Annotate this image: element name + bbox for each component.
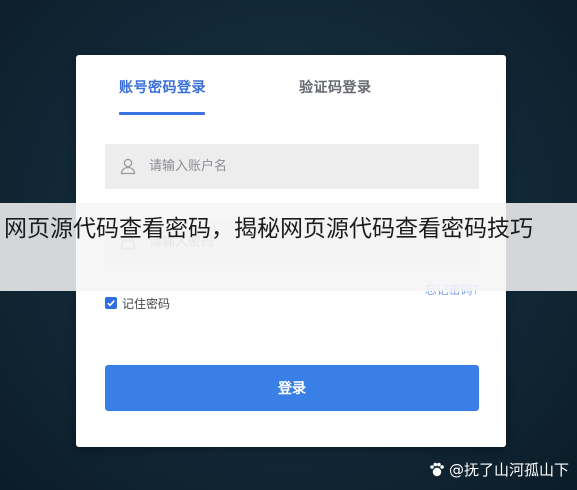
paw-logo-icon: [430, 462, 444, 476]
watermark: @抚了山河孤山下: [428, 459, 569, 480]
tab-account-login[interactable]: 账号密码登录: [119, 77, 206, 97]
login-button[interactable]: 登录: [105, 365, 479, 411]
caption-banner: 网页源代码查看密码，揭秘网页源代码查看密码技巧: [0, 203, 577, 291]
username-input[interactable]: [149, 144, 469, 189]
user-icon: [119, 157, 137, 175]
caption-text: 网页源代码查看密码，揭秘网页源代码查看密码技巧: [4, 216, 533, 242]
remember-password[interactable]: 记住密码: [105, 295, 170, 311]
tab-sms-login[interactable]: 验证码登录: [299, 77, 372, 97]
remember-label: 记住密码: [122, 296, 171, 311]
active-tab-indicator: [119, 112, 205, 115]
watermark-text: @抚了山河孤山下: [448, 461, 569, 479]
username-field[interactable]: [105, 144, 479, 189]
remember-checkbox[interactable]: [105, 297, 117, 309]
check-icon: [107, 300, 115, 307]
login-tabs: 账号密码登录 验证码登录: [76, 55, 506, 117]
